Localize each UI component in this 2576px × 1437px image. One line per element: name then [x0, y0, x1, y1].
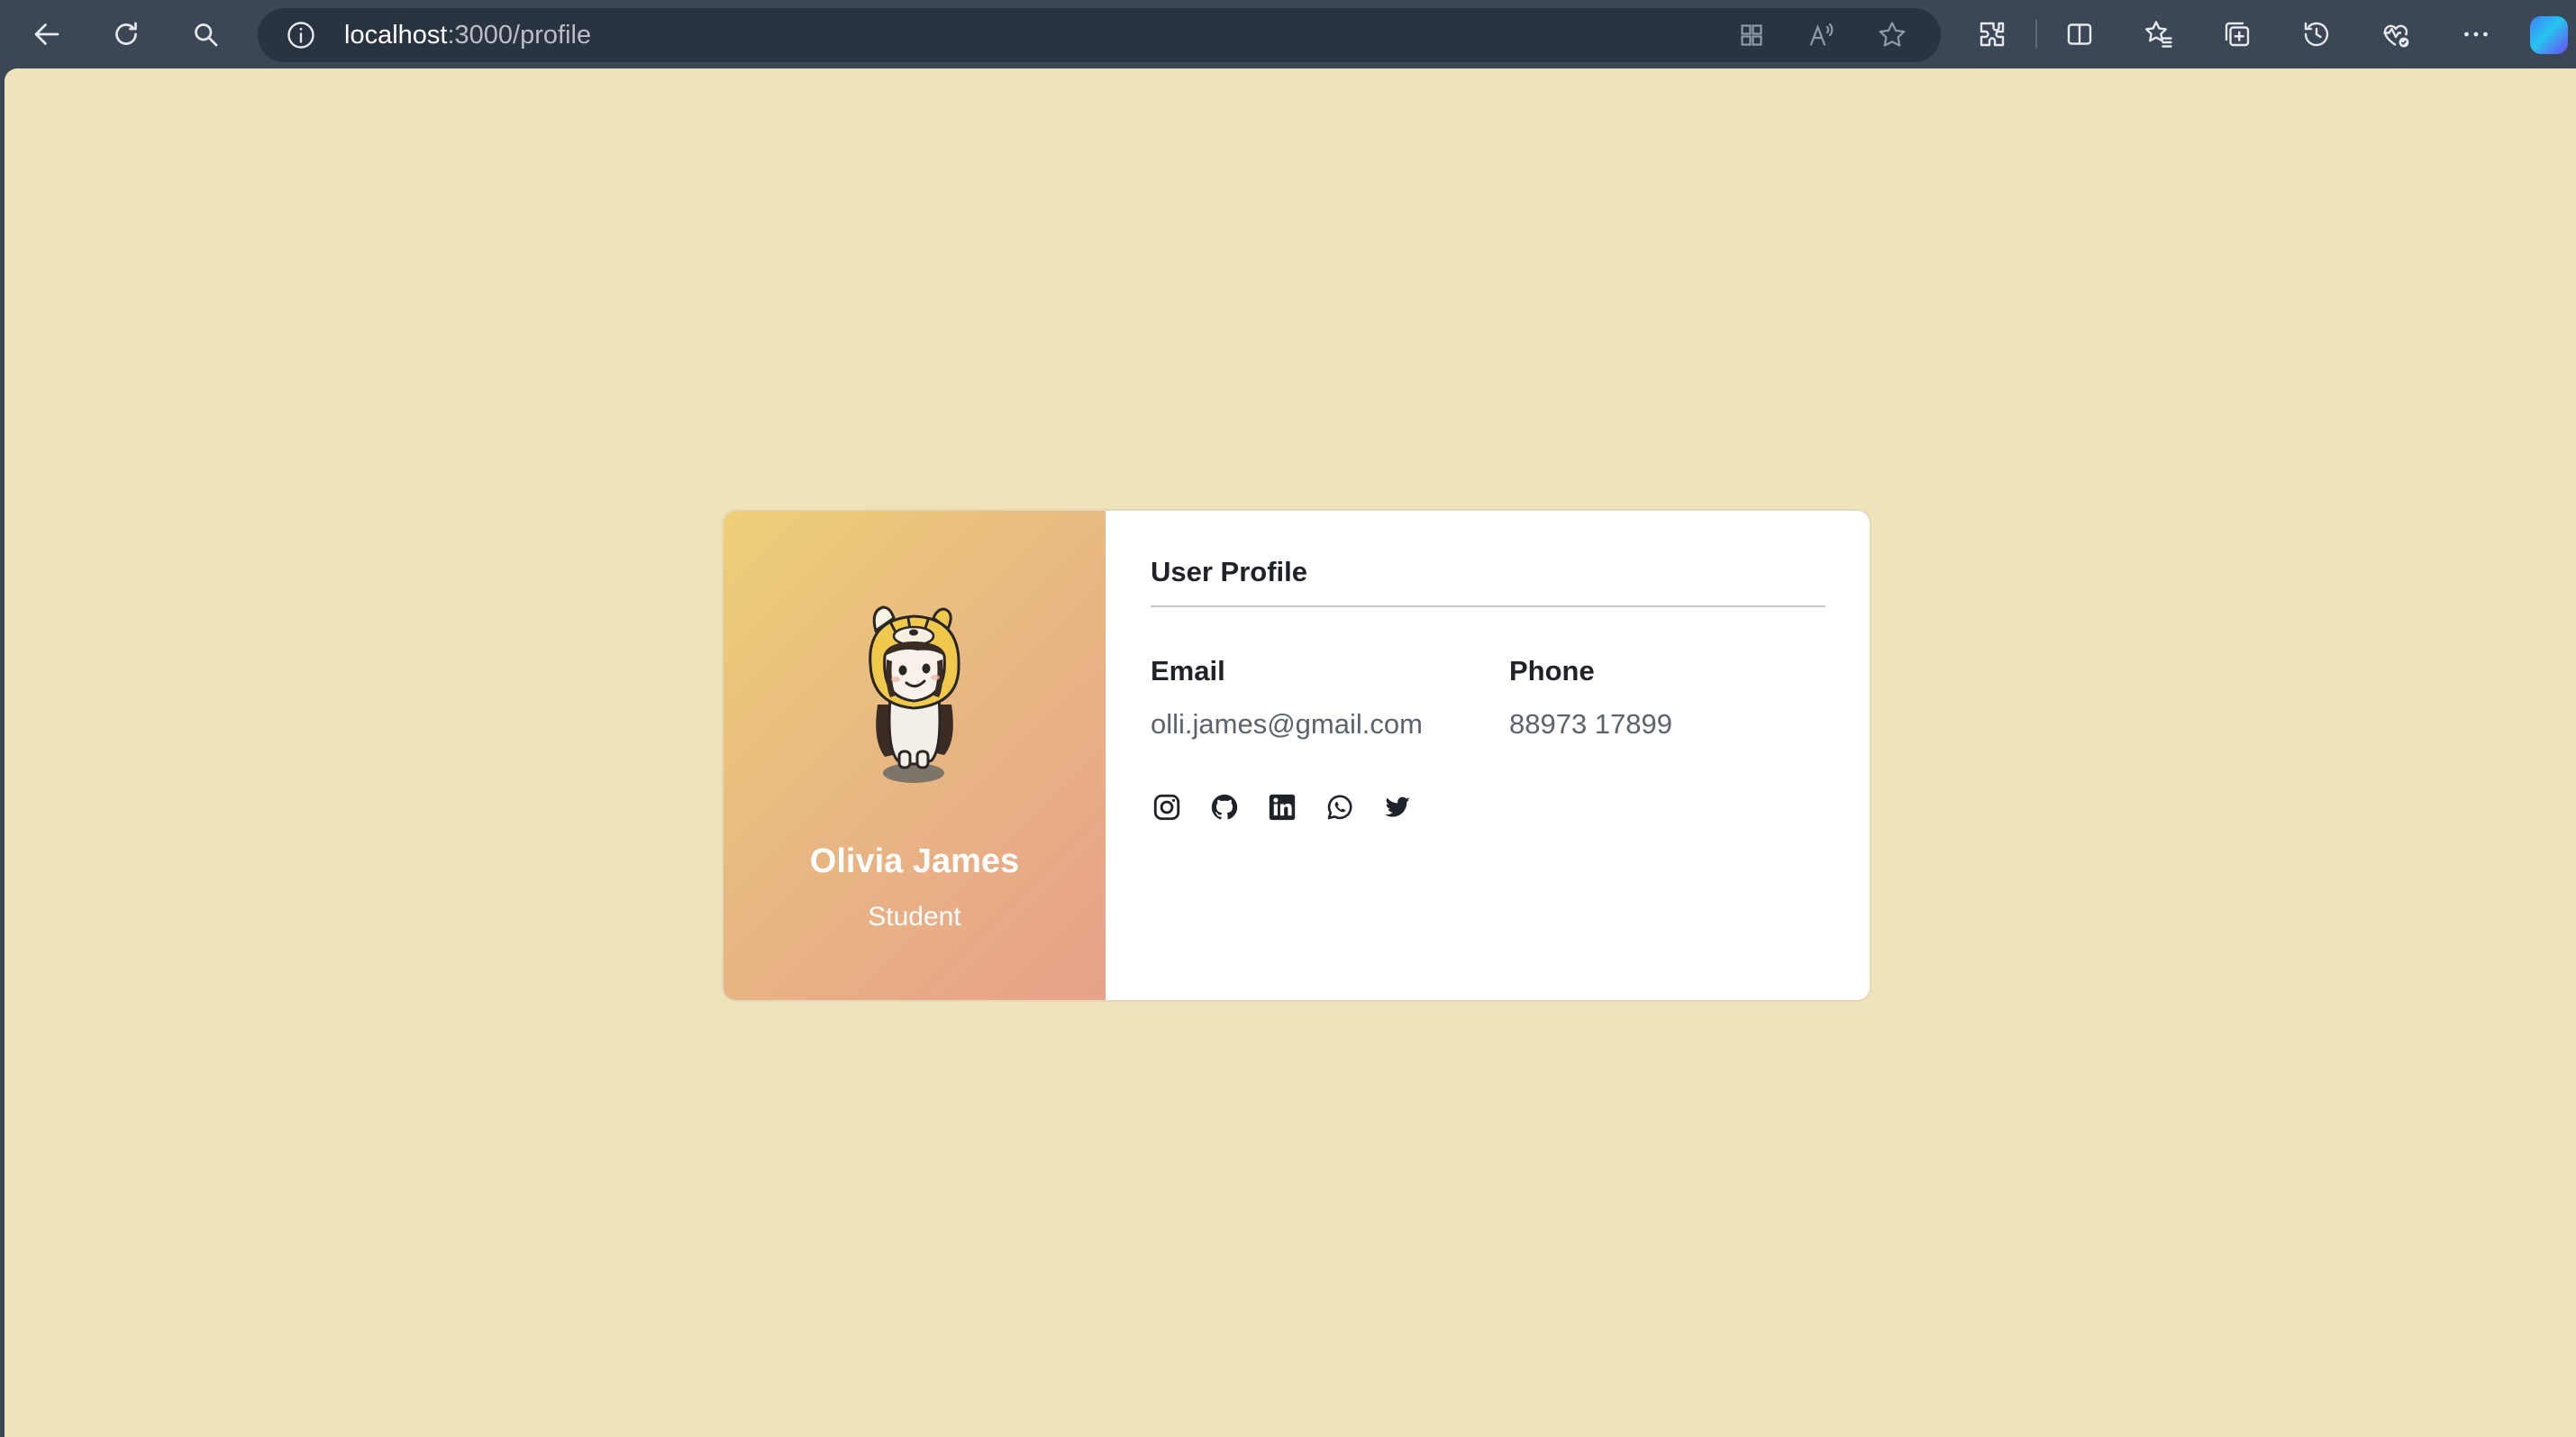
social-links [1151, 791, 1414, 825]
profile-card-left-panel: Olivia James Student [724, 511, 1106, 1000]
site-info-icon[interactable] [285, 19, 317, 51]
section-divider [1151, 605, 1825, 607]
linkedin-icon[interactable] [1266, 791, 1298, 823]
url-host: localhost [344, 21, 448, 50]
favorite-star-icon[interactable] [1876, 19, 1908, 51]
avatar [869, 605, 960, 783]
collections-icon[interactable] [2216, 13, 2259, 56]
favorites-icon[interactable] [2137, 13, 2180, 56]
profile-role: Student [868, 902, 961, 932]
github-icon[interactable] [1208, 791, 1241, 823]
url-text: localhost:3000/profile [344, 8, 591, 62]
profile-card: Olivia James Student User Profile Email … [724, 511, 1870, 1000]
app-available-icon[interactable] [1735, 19, 1768, 51]
history-icon[interactable] [2295, 13, 2338, 56]
section-title: User Profile [1151, 556, 1308, 587]
profile-card-details: User Profile Email olli.james@gmail.com … [1106, 511, 1870, 1000]
refresh-icon[interactable] [105, 13, 148, 56]
profile-name: Olivia James [809, 842, 1020, 880]
read-aloud-icon[interactable] [1806, 19, 1838, 51]
phone-value: 88973 17899 [1509, 708, 1673, 740]
url-path: :3000/profile [447, 21, 592, 50]
split-screen-icon[interactable] [2058, 13, 2101, 56]
email-label: Email [1151, 655, 1225, 687]
phone-label: Phone [1509, 655, 1595, 687]
browser-toolbar: localhost:3000/profile [0, 0, 2576, 68]
extensions-icon[interactable] [1971, 13, 2014, 56]
copilot-icon[interactable] [2530, 16, 2568, 54]
page-viewport: Olivia James Student User Profile Email … [5, 68, 2576, 1437]
address-bar[interactable]: localhost:3000/profile [258, 8, 1941, 62]
search-icon[interactable] [184, 13, 227, 56]
toolbar-separator [2035, 20, 2037, 49]
instagram-icon[interactable] [1151, 791, 1183, 823]
back-icon[interactable] [25, 13, 68, 56]
twitter-icon[interactable] [1381, 791, 1414, 823]
more-icon[interactable] [2454, 13, 2498, 56]
browser-essentials-icon[interactable] [2374, 13, 2417, 56]
whatsapp-icon[interactable] [1324, 791, 1356, 823]
email-value: olli.james@gmail.com [1151, 708, 1423, 740]
